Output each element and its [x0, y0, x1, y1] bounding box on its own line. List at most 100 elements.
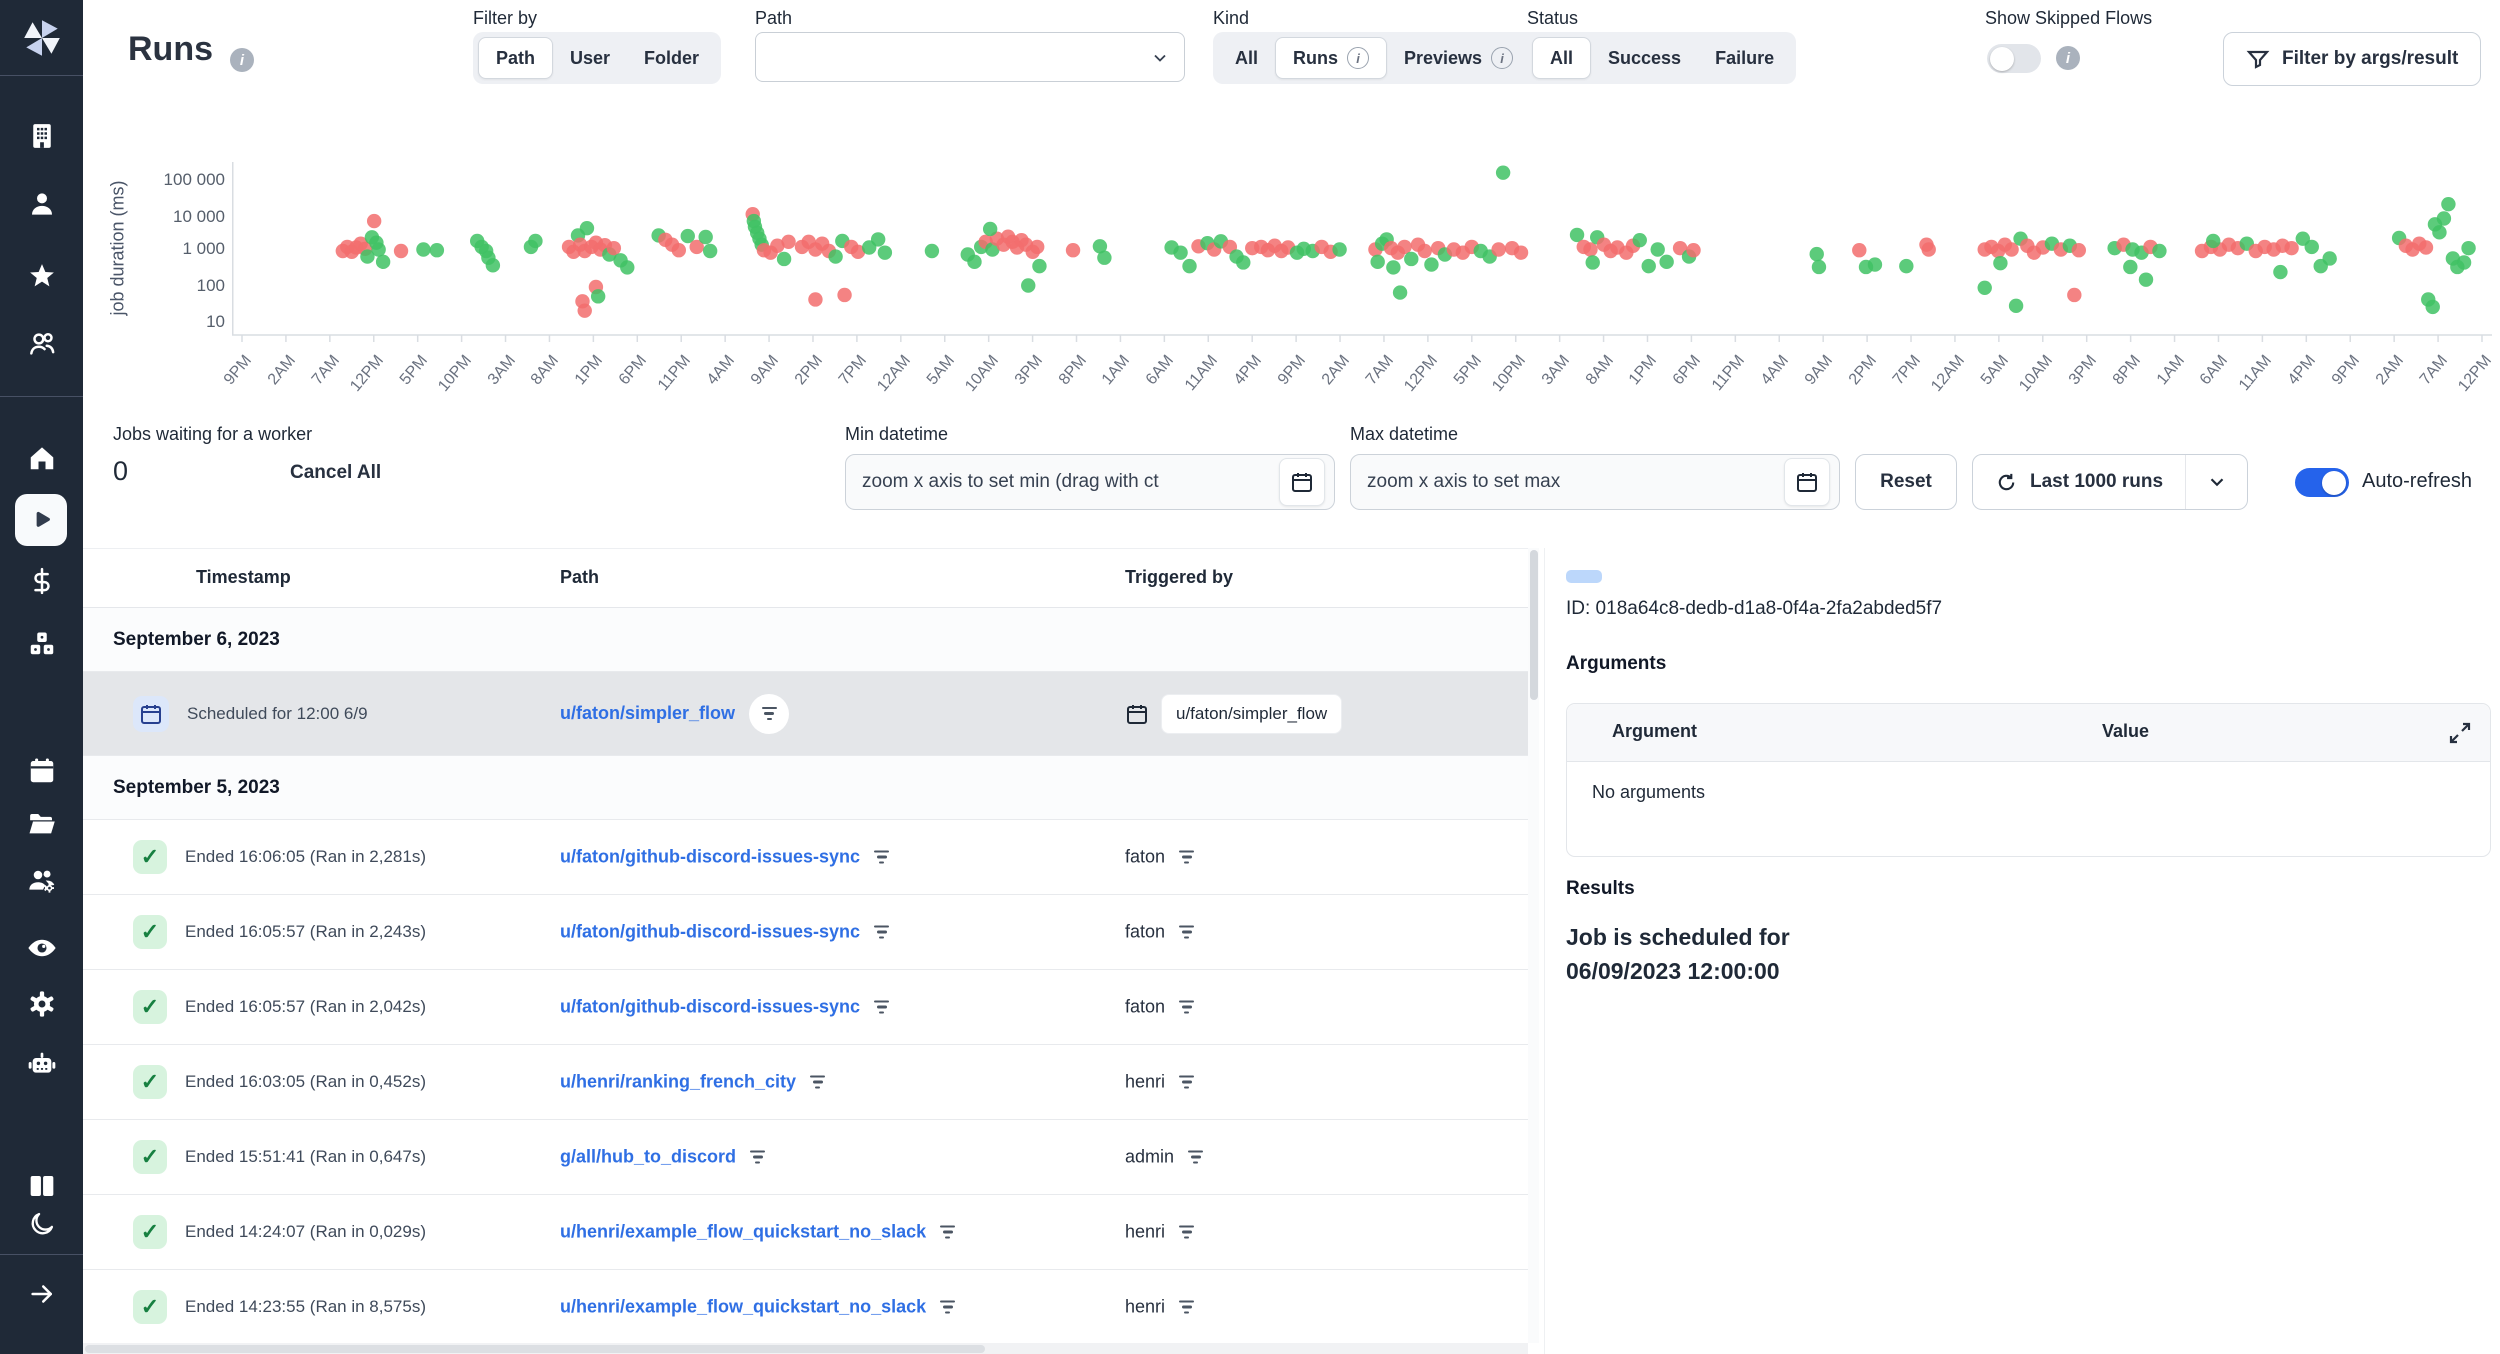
- run-point-success[interactable]: [528, 234, 542, 248]
- run-point-success[interactable]: [1978, 281, 1992, 295]
- max-datetime-input[interactable]: [1350, 454, 1840, 510]
- run-point-success[interactable]: [2273, 265, 2287, 279]
- run-point-failure[interactable]: [1583, 242, 1597, 256]
- kind-all[interactable]: All: [1218, 37, 1275, 79]
- filter-icon[interactable]: [749, 694, 789, 734]
- run-point-failure[interactable]: [1514, 245, 1528, 259]
- run-point-success[interactable]: [1370, 255, 1384, 269]
- kind-previews[interactable]: Previewsi: [1387, 37, 1530, 79]
- reset-button[interactable]: Reset: [1855, 454, 1957, 510]
- run-point-success[interactable]: [1650, 242, 1664, 256]
- sidebar-item-home[interactable]: [0, 430, 83, 486]
- run-point-success[interactable]: [2123, 260, 2137, 274]
- run-point-success[interactable]: [925, 244, 939, 258]
- status-failure[interactable]: Failure: [1698, 37, 1791, 79]
- run-path-link[interactable]: u/henri/example_flow_quickstart_no_slack: [560, 1222, 926, 1243]
- sidebar-item-eye[interactable]: [0, 920, 83, 976]
- filter-icon[interactable]: [940, 1300, 955, 1314]
- run-point-success[interactable]: [1393, 285, 1407, 299]
- sidebar-item-calendar[interactable]: [0, 743, 83, 799]
- run-point-success[interactable]: [591, 289, 605, 303]
- run-point-failure[interactable]: [1491, 242, 1505, 256]
- run-point-success[interactable]: [580, 221, 594, 235]
- run-point-failure[interactable]: [1852, 243, 1866, 257]
- run-point-success[interactable]: [2461, 241, 2475, 255]
- run-point-success[interactable]: [2441, 197, 2455, 211]
- run-point-success[interactable]: [2206, 234, 2220, 248]
- filter-icon[interactable]: [1179, 1075, 1194, 1089]
- run-point-success[interactable]: [1899, 259, 1913, 273]
- last-runs-button[interactable]: Last 1000 runs: [1972, 454, 2248, 510]
- run-row[interactable]: ✓Ended 14:24:07 (Ran in 0,029s)u/henri/e…: [83, 1195, 1528, 1270]
- scatter-plot[interactable]: [232, 160, 2492, 346]
- run-row[interactable]: ✓Ended 16:05:57 (Ran in 2,243s)u/faton/g…: [83, 895, 1528, 970]
- run-point-failure[interactable]: [607, 241, 621, 255]
- sidebar-item-gear[interactable]: [0, 976, 83, 1032]
- run-point-failure[interactable]: [1922, 242, 1936, 256]
- run-point-success[interactable]: [1424, 257, 1438, 271]
- sidebar-item-user-group-gear[interactable]: [0, 853, 83, 909]
- last-runs-main[interactable]: Last 1000 runs: [1973, 471, 2185, 494]
- filter-icon[interactable]: [1179, 925, 1194, 939]
- run-point-failure[interactable]: [837, 288, 851, 302]
- info-icon[interactable]: i: [230, 48, 254, 72]
- auto-refresh-toggle[interactable]: [2295, 468, 2349, 497]
- run-row[interactable]: ✓Ended 16:05:57 (Ran in 2,042s)u/faton/g…: [83, 970, 1528, 1045]
- filter-icon[interactable]: [810, 1075, 825, 1089]
- run-point-success[interactable]: [2152, 244, 2166, 258]
- info-icon[interactable]: i: [1491, 47, 1513, 69]
- sidebar-item-dollar[interactable]: [0, 553, 83, 609]
- run-point-success[interactable]: [620, 260, 634, 274]
- run-point-success[interactable]: [1496, 165, 1510, 179]
- run-point-success[interactable]: [360, 249, 374, 263]
- vertical-scrollbar[interactable]: [1528, 548, 1539, 1343]
- sidebar-item-play[interactable]: [15, 494, 67, 546]
- filter-by-path[interactable]: Path: [478, 37, 553, 79]
- run-point-success[interactable]: [2457, 255, 2471, 269]
- sidebar-item-star[interactable]: [0, 248, 83, 304]
- filter-icon[interactable]: [874, 925, 889, 939]
- sidebar-item-users[interactable]: [0, 316, 83, 372]
- kind-runs[interactable]: Runsi: [1275, 37, 1387, 79]
- sidebar-item-folder[interactable]: [0, 796, 83, 852]
- run-point-success[interactable]: [777, 252, 791, 266]
- filter-icon[interactable]: [1179, 1300, 1194, 1314]
- status-success[interactable]: Success: [1591, 37, 1698, 79]
- sidebar-item-arrow-right[interactable]: [0, 1266, 83, 1322]
- path-select[interactable]: [755, 32, 1185, 82]
- filter-icon[interactable]: [874, 1000, 889, 1014]
- filter-icon[interactable]: [1179, 1000, 1194, 1014]
- show-skipped-toggle[interactable]: [1987, 44, 2041, 73]
- sidebar-item-moon[interactable]: [0, 1196, 83, 1252]
- run-point-failure[interactable]: [2284, 241, 2298, 255]
- run-point-success[interactable]: [967, 255, 981, 269]
- filter-by-user[interactable]: User: [553, 37, 627, 79]
- run-point-success[interactable]: [1173, 245, 1187, 259]
- horizontal-scrollbar[interactable]: [83, 1343, 1528, 1354]
- run-point-success[interactable]: [1097, 251, 1111, 265]
- run-point-success[interactable]: [376, 255, 390, 269]
- run-point-success[interactable]: [1993, 256, 2007, 270]
- run-point-success[interactable]: [828, 249, 842, 263]
- run-point-success[interactable]: [430, 243, 444, 257]
- run-point-success[interactable]: [698, 230, 712, 244]
- run-point-failure[interactable]: [672, 243, 686, 257]
- run-point-success[interactable]: [1868, 257, 1882, 271]
- windmill-logo[interactable]: [0, 0, 83, 76]
- max-calendar-button[interactable]: [1784, 458, 1830, 506]
- run-point-success[interactable]: [2432, 225, 2446, 239]
- filter-icon[interactable]: [1179, 1225, 1194, 1239]
- info-icon[interactable]: i: [2056, 46, 2080, 70]
- run-point-success[interactable]: [1386, 260, 1400, 274]
- run-row[interactable]: ✓Ended 16:03:05 (Ran in 0,452s)u/henri/r…: [83, 1045, 1528, 1120]
- filter-icon[interactable]: [1188, 1150, 1203, 1164]
- sidebar-item-building[interactable]: [0, 108, 83, 164]
- run-point-success[interactable]: [1812, 260, 1826, 274]
- run-point-failure[interactable]: [367, 214, 381, 228]
- run-point-success[interactable]: [1659, 255, 1673, 269]
- run-point-failure[interactable]: [1066, 243, 1080, 257]
- filter-icon[interactable]: [940, 1225, 955, 1239]
- run-path-link[interactable]: g/all/hub_to_discord: [560, 1147, 736, 1168]
- run-point-failure[interactable]: [808, 292, 822, 306]
- run-point-success[interactable]: [983, 222, 997, 236]
